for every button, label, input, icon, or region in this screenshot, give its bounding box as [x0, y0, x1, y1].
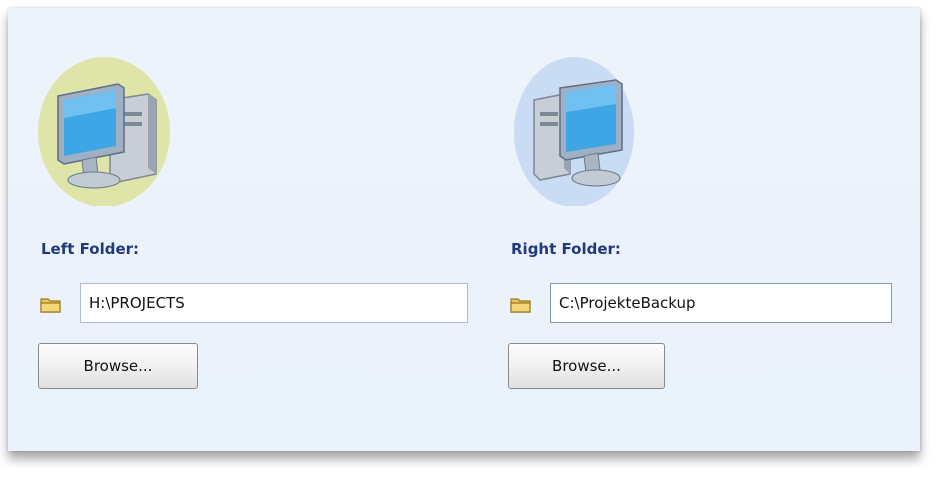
- right-browse-button[interactable]: Browse...: [508, 343, 665, 389]
- folder-icon: [40, 298, 61, 313]
- right-folder-path-input[interactable]: [550, 283, 892, 323]
- folder-compare-panel: Left Folder: Browse... Right: [8, 8, 920, 451]
- left-folder-label: Left Folder:: [41, 240, 140, 258]
- right-computer-icon: [514, 57, 634, 206]
- folder-icon: [510, 298, 531, 313]
- right-folder-label: Right Folder:: [511, 240, 621, 258]
- left-computer-icon: [38, 57, 170, 206]
- left-folder-path-input[interactable]: [80, 283, 468, 323]
- left-browse-button[interactable]: Browse...: [38, 343, 198, 389]
